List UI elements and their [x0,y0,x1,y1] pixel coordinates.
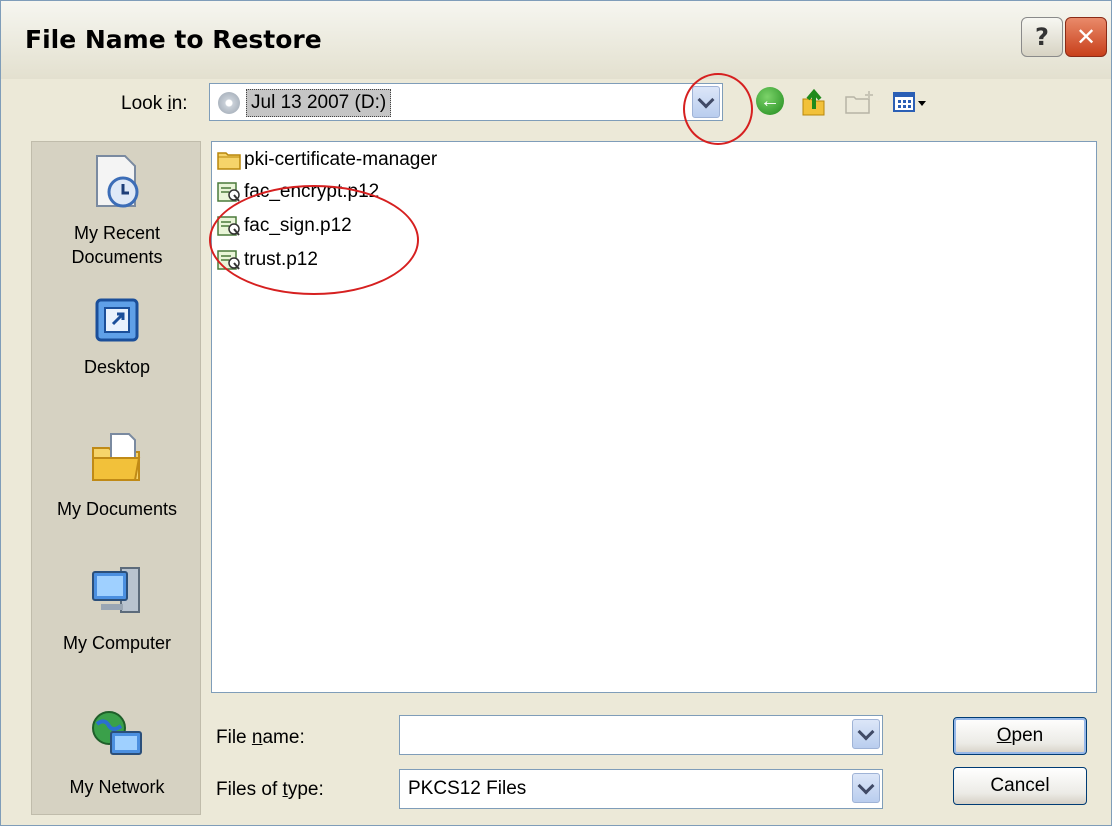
chevron-down-icon [857,777,875,794]
new-folder-icon [843,87,877,117]
cancel-button[interactable]: Cancel [953,767,1087,805]
close-button[interactable]: ✕ [1065,17,1107,57]
place-label: My Documents [56,499,178,519]
list-item[interactable]: trust.p12 [216,246,318,274]
desktop-icon [32,296,200,351]
place-label: My Network [69,777,165,797]
lookin-dropdown-button[interactable] [692,86,720,118]
place-label-line2: Documents [71,247,163,267]
my-documents-icon [32,428,200,493]
chevron-down-icon [857,723,875,740]
lookin-label: Look in: [121,93,188,114]
dialog-title: File Name to Restore [25,25,322,54]
place-desktop[interactable]: Desktop [32,296,200,379]
my-computer-icon [32,562,200,627]
filetype-label: Files of type: [216,779,324,800]
certificate-icon [217,250,240,270]
place-my-recent-documents[interactable]: My Recent Documents [32,152,200,269]
lookin-dropdown[interactable]: Jul 13 2007 (D:) [209,83,723,121]
list-item[interactable]: pki-certificate-manager [216,146,437,174]
file-dialog: File Name to Restore ? ✕ Look in: Jul 13… [0,0,1112,826]
place-my-computer[interactable]: My Computer [32,562,200,655]
certificate-icon [217,216,240,236]
certificate-icon [217,182,240,202]
title-bar[interactable]: File Name to Restore ? ✕ [1,1,1111,79]
chevron-down-icon [697,91,715,108]
folder-icon [217,152,241,170]
filename-dropdown-button[interactable] [852,719,880,749]
file-name: fac_encrypt.p12 [244,181,380,202]
back-icon[interactable]: ← [756,87,784,115]
open-button[interactable]: Open [953,717,1087,755]
lookin-value: Jul 13 2007 (D:) [246,89,392,117]
up-folder-icon[interactable] [799,87,829,117]
list-item[interactable]: fac_encrypt.p12 [216,178,379,206]
filetype-value: PKCS12 Files [408,778,527,799]
place-my-network[interactable]: My Network [32,706,200,799]
file-name: pki-certificate-manager [244,149,438,170]
my-network-icon [32,706,200,771]
filetype-dropdown[interactable]: PKCS12 Files [399,769,883,809]
views-menu-icon[interactable] [891,87,931,117]
file-list[interactable]: pki-certificate-manager fac_encrypt.p12 … [211,141,1097,693]
filename-label: File name: [216,727,305,748]
place-my-documents[interactable]: My Documents [32,428,200,521]
recent-documents-icon [32,152,200,217]
place-label: Desktop [83,357,151,377]
help-button[interactable]: ? [1021,17,1063,57]
list-item[interactable]: fac_sign.p12 [216,212,352,240]
file-name: trust.p12 [244,249,318,270]
place-label: My Recent [73,223,161,243]
file-name: fac_sign.p12 [244,215,352,236]
places-bar: My Recent Documents Desktop My Documents… [31,141,201,815]
filetype-dropdown-button[interactable] [852,773,880,803]
place-label: My Computer [62,633,172,653]
filename-input[interactable] [399,715,883,755]
cd-drive-icon [218,92,240,114]
